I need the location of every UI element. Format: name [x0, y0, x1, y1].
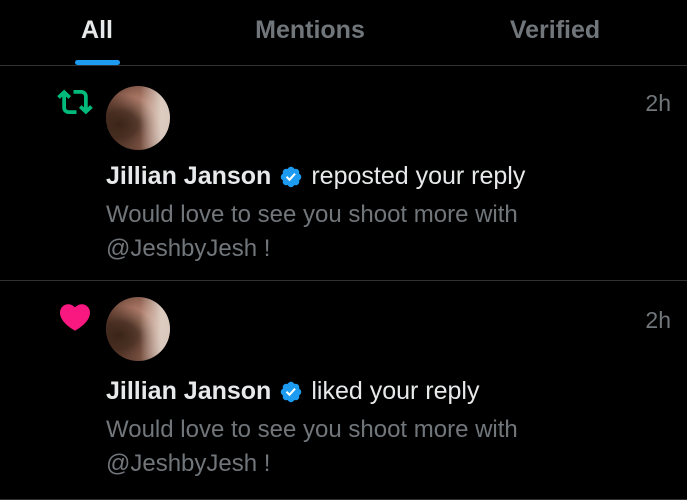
tab-verified[interactable]: Verified [470, 0, 640, 66]
notification-item[interactable]: 2h Jillian Janson liked your reply Would… [0, 281, 687, 500]
repost-icon [53, 80, 97, 124]
verified-badge-icon [279, 380, 303, 404]
notification-headline: Jillian Janson liked your reply [106, 377, 667, 406]
avatar[interactable] [106, 297, 170, 361]
notifications-tabs: All Mentions Verified [0, 0, 687, 66]
notification-time: 2h [645, 307, 671, 333]
reply-preview[interactable]: Would love to see you shoot more with @J… [106, 413, 627, 481]
active-tab-indicator [75, 60, 120, 65]
notification-headline: Jillian Janson reposted your reply [106, 162, 667, 191]
user-name[interactable]: Jillian Janson [106, 162, 271, 191]
reply-preview[interactable]: Would love to see you shoot more with @J… [106, 198, 627, 266]
verified-badge-icon [279, 165, 303, 189]
notification-action: reposted your reply [311, 162, 526, 190]
tab-mentions[interactable]: Mentions [220, 0, 400, 66]
notification-time: 2h [645, 90, 671, 116]
notification-action: liked your reply [311, 377, 480, 405]
user-name[interactable]: Jillian Janson [106, 377, 271, 406]
heart-icon [53, 295, 97, 339]
avatar[interactable] [106, 86, 170, 150]
tab-all[interactable]: All [50, 0, 144, 66]
notification-item[interactable]: 2h Jillian Janson reposted your reply Wo… [0, 66, 687, 281]
